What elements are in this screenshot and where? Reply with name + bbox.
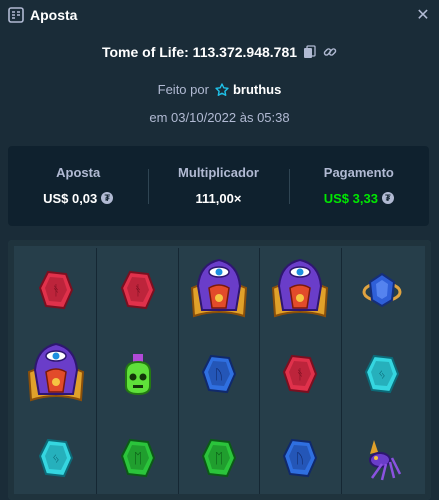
svg-text:ᛖ: ᛖ	[215, 451, 223, 467]
bet-label: Aposta	[56, 164, 101, 180]
reel-cell	[342, 416, 423, 500]
svg-text:ᛃ: ᛃ	[52, 451, 60, 467]
reel-cell: ᚢ	[179, 332, 261, 416]
svg-text:ᚢ: ᚢ	[296, 451, 304, 467]
bet-date: em 03/10/2022 às 05:38	[149, 110, 290, 125]
bet-amount: US$ 0,03	[43, 190, 98, 206]
stat-multiplier: Multiplicador 111,00×	[148, 165, 288, 208]
reel-cell: ᛃ	[16, 416, 98, 500]
made-by-line: Feito por bruthus	[0, 82, 439, 97]
green-potion-skull-icon	[118, 350, 158, 398]
bet-slip-icon	[8, 7, 24, 23]
cyan-gem-icon: ᛃ	[36, 436, 76, 480]
tome-wizard-icon	[23, 342, 89, 406]
made-by-prefix: Feito por	[157, 82, 209, 97]
reel-cell	[179, 248, 261, 332]
reel-cell: ᛃ	[342, 332, 423, 416]
reel-cell	[342, 248, 423, 332]
link-icon[interactable]	[323, 45, 337, 59]
tome-wizard-icon	[267, 258, 333, 322]
red-gem-icon: ᚬ	[118, 268, 158, 312]
reel-cell: ᛖ	[179, 416, 261, 500]
slot-board: ᚬ ᚬ ᚢ ᚬ ᛃ ᛃ ᛖ ᛖ ᚢ	[8, 240, 431, 500]
bet-stats-panel: Aposta US$ 0,03 ₮ Multiplicador 111,00× …	[8, 146, 429, 226]
reel-cell: ᚬ	[260, 332, 342, 416]
red-gem-icon: ᚬ	[36, 268, 76, 312]
reel-cell	[97, 332, 179, 416]
close-icon[interactable]: ✕	[415, 5, 431, 25]
green-gem-icon: ᛖ	[199, 436, 239, 480]
purple-spider-icon	[360, 434, 404, 482]
currency-icon: ₮	[381, 192, 394, 204]
bet-value: US$ 0,03 ₮	[43, 190, 114, 206]
game-id-line: Tome of Life: 113.372.948.781	[0, 44, 439, 60]
payout-label: Pagamento	[323, 164, 394, 180]
blue-gem-icon: ᚢ	[280, 436, 320, 480]
creator-username[interactable]: bruthus	[233, 82, 281, 97]
svg-text:ᛃ: ᛃ	[378, 367, 386, 383]
multiplier-label: Multiplicador	[178, 164, 259, 180]
svg-text:ᚬ: ᚬ	[133, 283, 141, 299]
tome-wizard-icon	[186, 258, 252, 322]
blue-orb-icon	[360, 268, 404, 312]
modal-header: Aposta ✕	[0, 0, 439, 30]
payout-value: US$ 3,33 ₮	[324, 191, 394, 206]
reel-cell	[260, 248, 342, 332]
star-icon	[215, 82, 229, 96]
reel-cell: ᚢ	[260, 416, 342, 500]
svg-text:ᛖ: ᛖ	[133, 451, 141, 467]
green-gem-icon: ᛖ	[118, 436, 158, 480]
currency-icon: ₮	[101, 192, 114, 204]
svg-text:ᚢ: ᚢ	[215, 367, 223, 383]
reel-cell: ᛖ	[97, 416, 179, 500]
stat-payout: Pagamento US$ 3,33 ₮	[288, 164, 429, 208]
modal-title: Aposta	[30, 7, 78, 23]
reel-grid: ᚬ ᚬ ᚢ ᚬ ᛃ ᛃ ᛖ ᛖ ᚢ	[16, 248, 423, 500]
reel-cell	[16, 332, 98, 416]
blue-gem-icon: ᚢ	[199, 352, 239, 396]
svg-text:ᚬ: ᚬ	[52, 283, 60, 299]
multiplier-value: 111,00×	[195, 190, 242, 206]
payout-amount: US$ 3,33	[323, 190, 378, 206]
svg-text:ᚬ: ᚬ	[296, 367, 304, 383]
cyan-gem-icon: ᛃ	[362, 352, 402, 396]
copy-icon[interactable]	[303, 45, 317, 59]
game-name: Tome of Life: 113.372.948.781	[101, 44, 298, 60]
red-gem-icon: ᚬ	[280, 352, 320, 396]
reel-cell: ᚬ	[16, 248, 98, 332]
stat-bet: Aposta US$ 0,03 ₮	[8, 165, 148, 208]
reel-cell: ᚬ	[97, 248, 179, 332]
